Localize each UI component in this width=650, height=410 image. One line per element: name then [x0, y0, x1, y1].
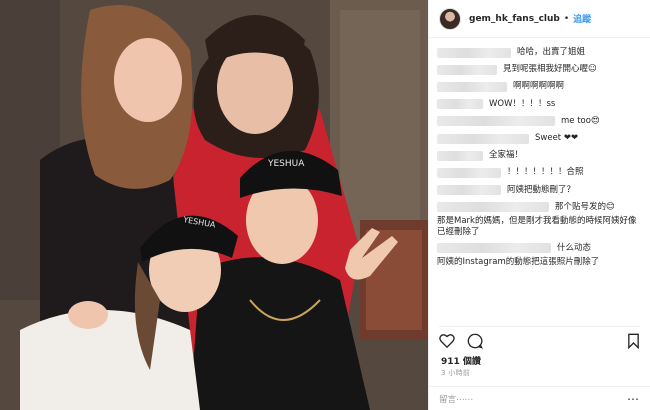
svg-text:YESHUA: YESHUA: [267, 159, 305, 169]
comment-item: Sweet ❤❤: [437, 130, 644, 147]
follow-button[interactable]: 追蹤: [573, 12, 591, 25]
comment-text: 阿姨把動態刪了？: [507, 184, 576, 195]
photo-illustration: YESHUA YESHUA: [0, 0, 428, 410]
comment-text: me too😍: [561, 115, 600, 126]
bookmark-icon[interactable]: [627, 333, 640, 349]
comment-text: 啊啊啊啊啊啊: [513, 81, 565, 92]
comment-text: 什么动态: [557, 242, 592, 253]
post-photo[interactable]: YESHUA YESHUA: [0, 0, 428, 410]
add-comment-input[interactable]: 留言⋯⋯: [439, 393, 627, 405]
blurred-username[interactable]: [437, 116, 555, 127]
like-count[interactable]: 911 個讚: [441, 354, 481, 367]
comment-item: 見到呢張相我好開心喔☺: [437, 61, 644, 78]
comment-item: 那个贴号发的😊: [437, 199, 644, 216]
comment-text: 那是Mark的媽媽，但是剛才我看動態的時候阿姨好像已經刪除了: [437, 215, 637, 237]
post-header: gem_hk_fans_club • 追蹤: [429, 0, 650, 38]
blurred-username[interactable]: [437, 64, 497, 75]
comment-text: 阿姨的Instagram的動態把這張照片刪除了: [437, 257, 600, 268]
more-options-icon[interactable]: ⋯: [627, 392, 640, 406]
comment-item: ！！！！！！！合照: [437, 164, 644, 181]
comment-item: me too😍: [437, 113, 644, 130]
avatar[interactable]: [439, 7, 461, 30]
comment-item: 全家福！: [437, 147, 644, 164]
blurred-username[interactable]: [437, 81, 507, 92]
blurred-username[interactable]: [437, 133, 529, 144]
comment-text: 見到呢張相我好開心喔☺: [503, 64, 597, 75]
comment-item: 那是Mark的媽媽，但是剛才我看動態的時候阿姨好像已經刪除了: [437, 216, 644, 240]
comment-item: 阿姨的Instagram的動態把這張照片刪除了: [437, 257, 644, 281]
comment-text: WOW！！！！ss: [489, 98, 556, 109]
add-comment-bar: 留言⋯⋯ ⋯: [429, 386, 650, 410]
comment-item: 什么动态: [437, 240, 644, 257]
comment-icon[interactable]: [467, 333, 483, 349]
username-link[interactable]: gem_hk_fans_club: [469, 14, 560, 24]
blurred-username[interactable]: [437, 99, 483, 110]
comment-text: Sweet ❤❤: [535, 133, 579, 144]
post-actions: [439, 326, 640, 349]
blurred-username[interactable]: [437, 150, 483, 161]
comment-text: 全家福！: [489, 150, 524, 161]
blurred-username[interactable]: [437, 185, 501, 196]
blurred-username[interactable]: [437, 202, 549, 213]
comment-list: 哈哈，出賣了姐姐 見到呢張相我好開心喔☺ 啊啊啊啊啊啊 WOW！！！！ss me…: [437, 44, 644, 281]
comment-item: WOW！！！！ss: [437, 96, 644, 113]
comment-item: 哈哈，出賣了姐姐: [437, 44, 644, 61]
blurred-username[interactable]: [437, 167, 501, 178]
comment-item: 啊啊啊啊啊啊: [437, 78, 644, 95]
header-separator: •: [563, 13, 570, 24]
heart-icon[interactable]: [439, 333, 455, 348]
blurred-username[interactable]: [437, 47, 511, 58]
comment-text: 那个贴号发的😊: [555, 201, 615, 212]
post-sidebar: gem_hk_fans_club • 追蹤 哈哈，出賣了姐姐 見到呢張相我好開心…: [428, 0, 650, 410]
post-timestamp[interactable]: 3 小時前: [441, 368, 470, 378]
comment-text: ！！！！！！！合照: [507, 167, 584, 178]
comment-item: 阿姨把動態刪了？: [437, 182, 644, 199]
comment-text: 哈哈，出賣了姐姐: [517, 47, 586, 58]
blurred-username[interactable]: [437, 243, 551, 254]
